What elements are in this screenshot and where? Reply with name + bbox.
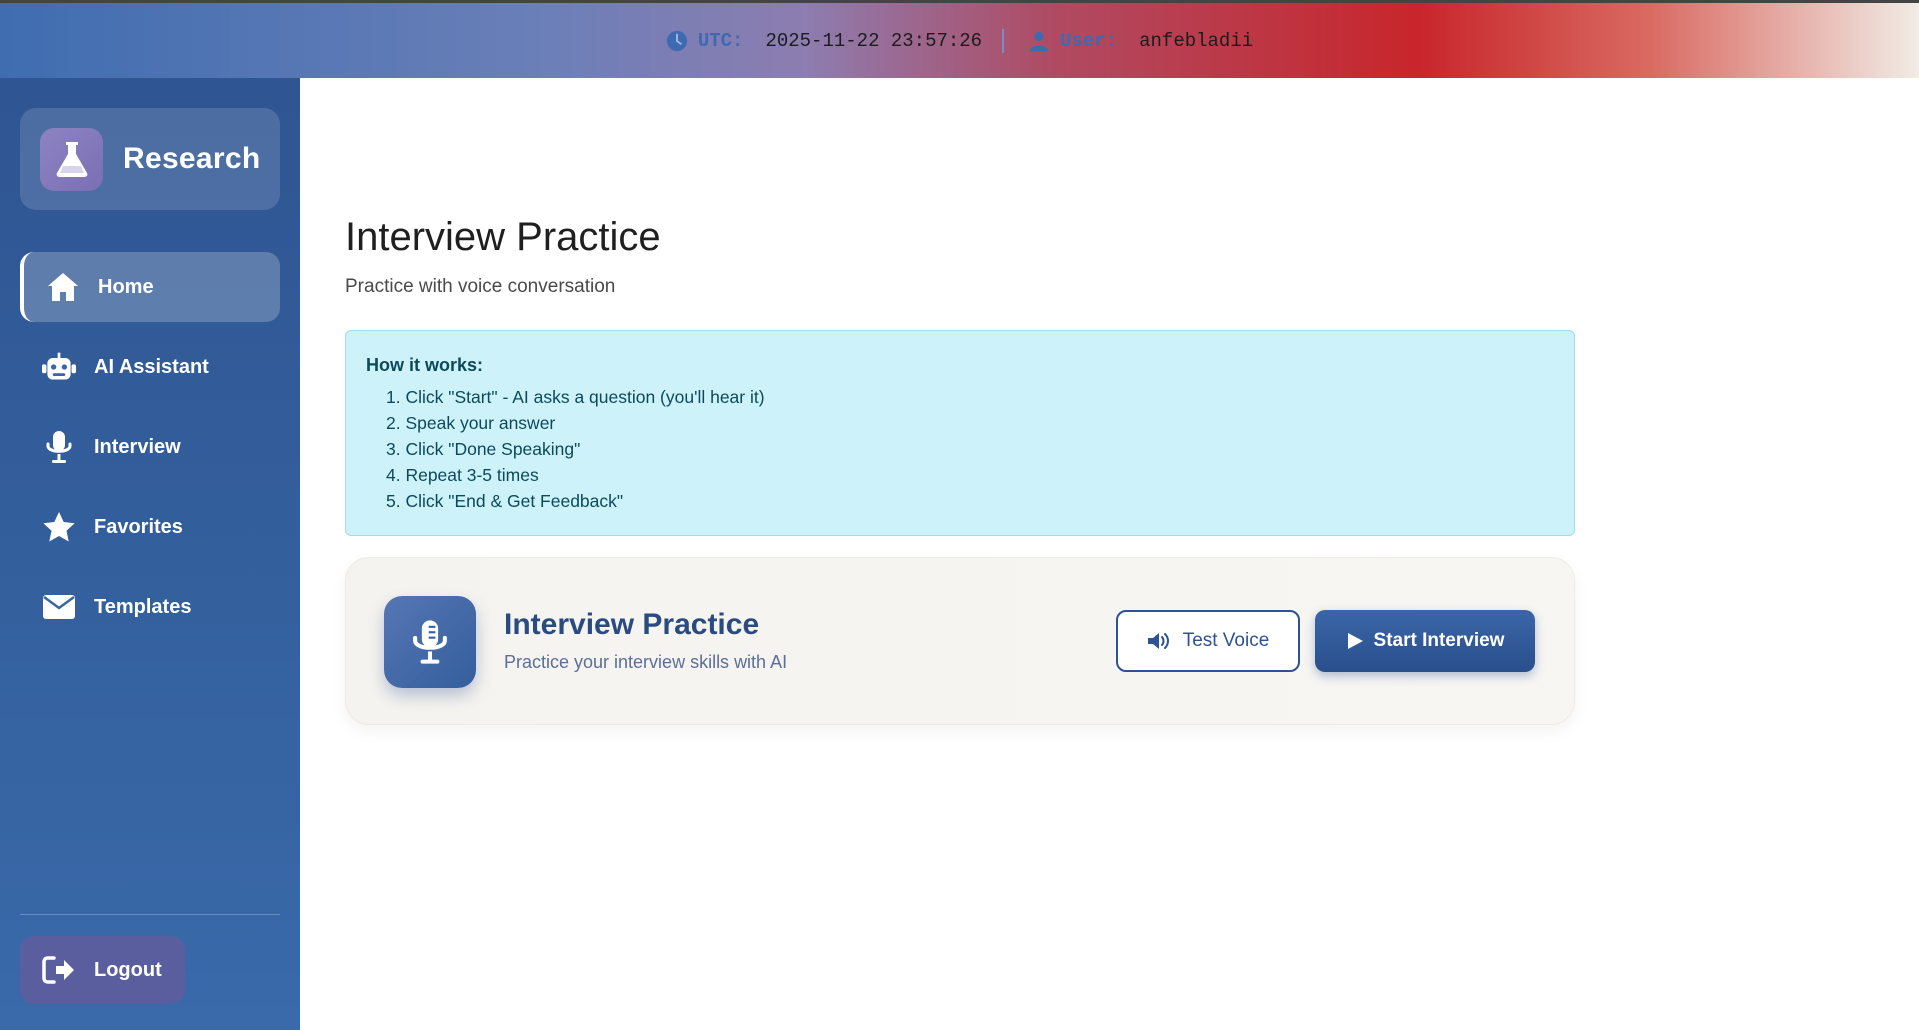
step-item: 1. Click "Start" - AI asks a question (y…: [386, 387, 765, 407]
test-voice-button[interactable]: Test Voice: [1116, 610, 1300, 672]
top-status-bar: UTC: 2025-11-22 23:57:26 User: anfebladi…: [0, 0, 1919, 78]
utc-value: 2025-11-22 23:57:26: [765, 29, 983, 52]
sidebar-item-label: Favorites: [94, 515, 183, 538]
step-item: 3. Click "Done Speaking": [386, 439, 581, 459]
clock-icon: [666, 30, 687, 51]
envelope-icon: [42, 590, 76, 624]
sidebar-item-label: Interview: [94, 435, 181, 458]
microphone-icon: [384, 596, 476, 688]
step-item: 2. Speak your answer: [386, 413, 556, 433]
sidebar-item-templates[interactable]: Templates: [20, 572, 280, 642]
card-subtitle: Practice your interview skills with AI: [504, 652, 788, 672]
user-label: User:: [1060, 29, 1118, 52]
star-icon: [42, 510, 76, 544]
sidebar-item-label: Templates: [94, 595, 192, 618]
logout-icon: [42, 953, 76, 987]
sidebar-divider: [20, 914, 280, 915]
topbar-separator: [1002, 28, 1005, 53]
speaker-icon: [1147, 631, 1173, 651]
test-voice-label: Test Voice: [1182, 630, 1270, 651]
start-interview-button[interactable]: Start Interview: [1315, 610, 1535, 672]
how-it-works-box: How it works: 1. Click "Start" - AI asks…: [345, 330, 1575, 536]
home-icon: [46, 270, 80, 304]
step-item: 5. Click "End & Get Feedback": [386, 491, 624, 511]
steps-list: 1. Click "Start" - AI asks a question (y…: [366, 384, 1554, 514]
sidebar-item-interview[interactable]: Interview: [20, 412, 280, 482]
robot-icon: [42, 350, 76, 384]
page-title: Interview Practice: [345, 215, 661, 259]
play-icon: [1346, 632, 1364, 650]
user-value: anfebladii: [1139, 29, 1254, 52]
sidebar-item-label: Home: [98, 275, 154, 298]
step-item: 4. Repeat 3-5 times: [386, 465, 539, 485]
microphone-icon: [42, 430, 76, 464]
current-user: User: anfebladii: [1028, 30, 1253, 52]
utc-label: UTC:: [697, 29, 744, 52]
sidebar: Research Home AI Assistant Interview Fav…: [0, 78, 300, 1030]
brand-name: Research: [123, 142, 261, 175]
card-title: Interview Practice: [504, 608, 760, 641]
utc-clock: UTC: 2025-11-22 23:57:26: [666, 30, 982, 52]
sidebar-item-home[interactable]: Home: [20, 252, 280, 322]
logout-button[interactable]: Logout: [20, 936, 185, 1004]
how-it-works-title: How it works:: [366, 355, 484, 375]
user-icon: [1029, 31, 1049, 51]
start-interview-label: Start Interview: [1373, 630, 1505, 651]
brand-logo[interactable]: Research: [20, 108, 280, 210]
sidebar-item-label: AI Assistant: [94, 355, 209, 378]
sidebar-item-ai-assistant[interactable]: AI Assistant: [20, 332, 280, 402]
logout-label: Logout: [94, 958, 162, 981]
page-subtitle: Practice with voice conversation: [345, 276, 616, 297]
flask-icon: [40, 127, 103, 191]
interview-practice-card: Interview Practice Practice your intervi…: [345, 557, 1575, 725]
sidebar-item-favorites[interactable]: Favorites: [20, 492, 280, 562]
